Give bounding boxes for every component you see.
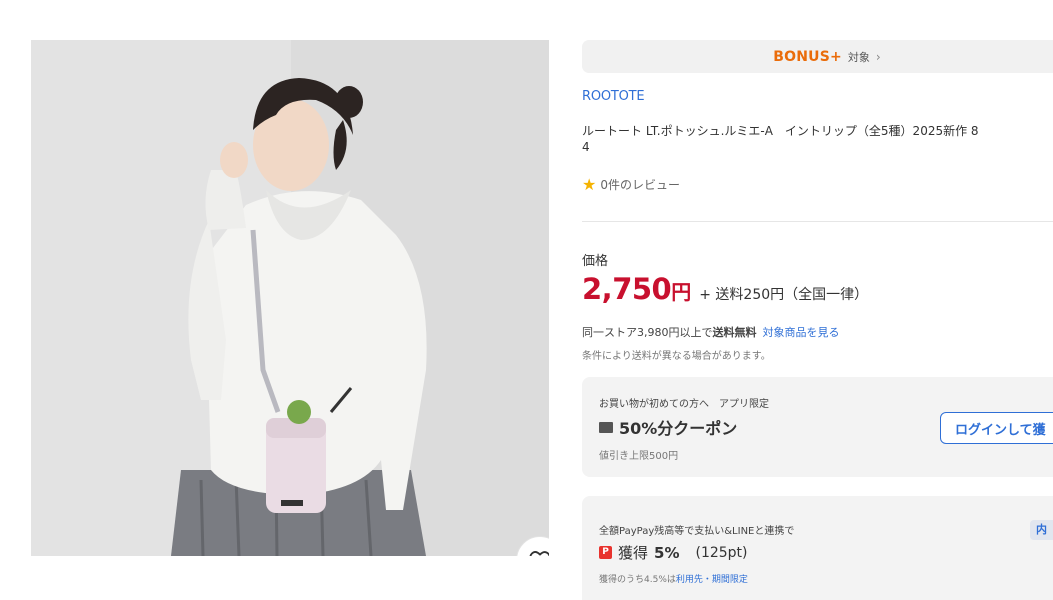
- paypay-earn-prefix: 獲得: [618, 544, 649, 562]
- paypay-terms-link[interactable]: 利用先・期間限定: [676, 575, 748, 585]
- paypay-icon: P: [599, 546, 612, 559]
- free-shipping-prefix: 同一ストア3,980円以上で: [582, 326, 713, 339]
- coupon-limit: 値引き上限500円: [599, 451, 679, 462]
- product-image[interactable]: [31, 40, 549, 556]
- chevron-right-icon: ›: [875, 49, 881, 64]
- paypay-meta: 全額PayPay残高等で支払い&LINEと連携で: [599, 526, 795, 537]
- brand-link[interactable]: ROOTOTE: [582, 89, 645, 104]
- coupon-title: 50%分クーポン: [599, 415, 737, 439]
- bonus-tag: 対象: [847, 50, 870, 64]
- paypay-card: 全額PayPay残高等で支払い&LINEと連携で P 獲得 5% (125pt)…: [582, 496, 1053, 600]
- free-shipping-bold: 送料無料: [712, 326, 757, 339]
- eligible-items-link[interactable]: 対象商品を見る: [763, 326, 840, 339]
- coupon-title-text: 50%分クーポン: [619, 419, 738, 438]
- paypay-detail-tag[interactable]: 内: [1030, 520, 1053, 540]
- coupon-card: お買い物が初めての方へ アプリ限定 50%分クーポン 値引き上限500円 ログイ…: [582, 377, 1053, 477]
- login-to-get-button[interactable]: ログインして獲: [940, 412, 1053, 444]
- price-unit: 円: [671, 280, 692, 304]
- free-shipping-info: 同一ストア3,980円以上で送料無料 対象商品を見る: [582, 324, 840, 340]
- heart-outline-icon: [529, 551, 549, 556]
- product-info-column: BONUS+ 対象 › ROOTOTE ルートート LT.ポトッシュ.ルミエ-A…: [582, 0, 1053, 600]
- rating-link[interactable]: ★ 0件のレビュー: [582, 176, 680, 193]
- product-title: ルートート LT.ポトッシュ.ルミエ-A イントリップ（全5種）2025新作 8…: [582, 124, 979, 154]
- paypay-note: 獲得のうち4.5%は利用先・期間限定: [599, 572, 748, 585]
- paypay-note-prefix: 獲得のうち4.5%は: [599, 575, 676, 585]
- paypay-points: (125pt): [695, 544, 748, 561]
- paypay-percent: 5%: [654, 543, 680, 562]
- shipping-fee: + 送料250円（全国一律）: [699, 287, 869, 303]
- bonus-banner[interactable]: BONUS+ 対象 ›: [582, 40, 1053, 73]
- shipping-note: 条件により送料が異なる場合があります。: [582, 351, 771, 362]
- divider: [582, 221, 1053, 222]
- product-photo-illustration: [31, 40, 549, 556]
- price-amount: 2,750: [582, 272, 672, 306]
- star-icon: ★: [582, 174, 597, 194]
- review-count: 0件のレビュー: [600, 178, 680, 192]
- price-row: 2,750 円 + 送料250円（全国一律）: [582, 272, 868, 306]
- paypay-earn: P 獲得 5% (125pt): [599, 542, 748, 563]
- bonus-label: BONUS+: [773, 48, 842, 65]
- price-label: 価格: [582, 254, 609, 269]
- coupon-meta: お買い物が初めての方へ アプリ限定: [599, 399, 769, 410]
- coupon-icon: [599, 421, 613, 433]
